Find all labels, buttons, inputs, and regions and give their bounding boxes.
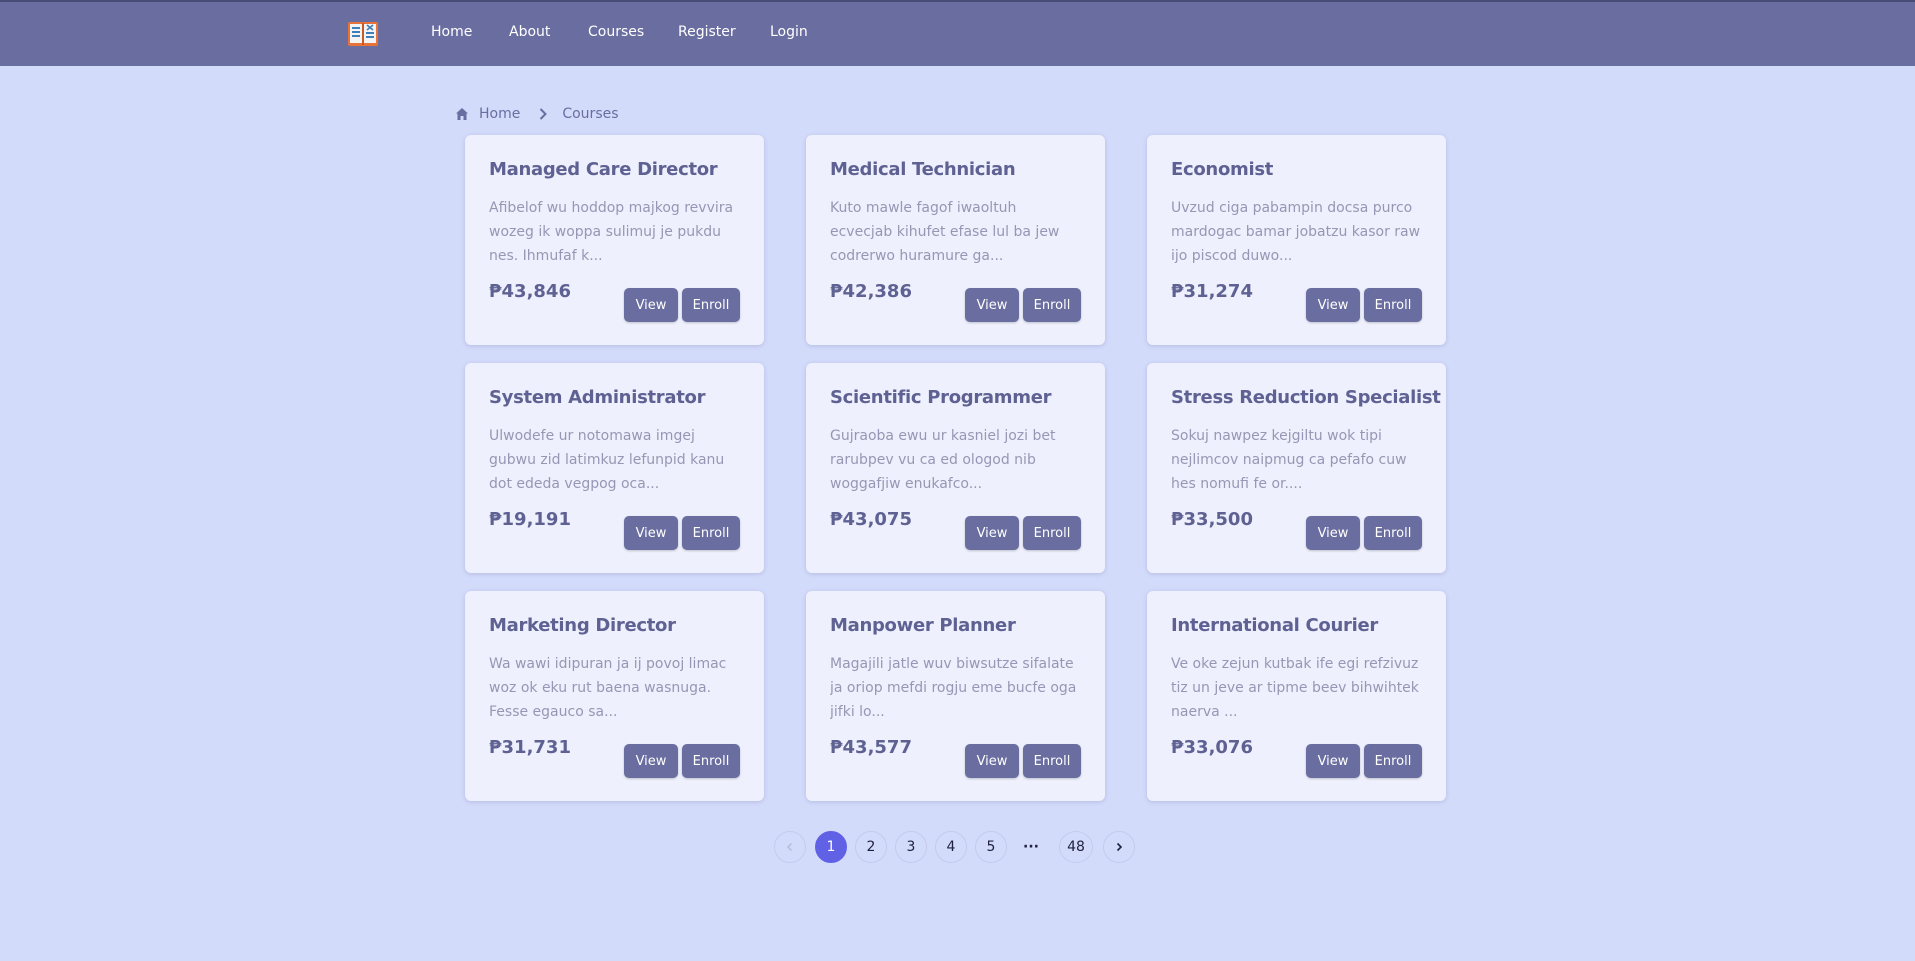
course-title[interactable]: Stress Reduction Specialist (1171, 387, 1441, 408)
pagination-page-last[interactable]: 48 (1059, 831, 1093, 863)
course-price: ₱43,577 (830, 737, 912, 758)
course-price: ₱31,274 (1171, 281, 1253, 302)
course-price: ₱33,076 (1171, 737, 1253, 758)
pagination-prev-button[interactable] (774, 831, 806, 863)
course-title[interactable]: Marketing Director (489, 615, 749, 636)
course-card: Marketing Director Wa wawi idipuran ja i… (465, 591, 764, 801)
course-description: Afibelof wu hoddop majkog revvira wozeg … (489, 200, 734, 264)
course-price: ₱31,731 (489, 737, 571, 758)
nav-home[interactable]: Home (431, 24, 472, 40)
top-navbar: Home About Courses Register Login (0, 0, 1915, 66)
course-price: ₱43,846 (489, 281, 571, 302)
course-card: Manpower Planner Magajili jatle wuv biws… (806, 591, 1105, 801)
enroll-button[interactable]: Enroll (1023, 516, 1081, 550)
nav-about[interactable]: About (509, 24, 550, 40)
chevron-right-icon (540, 108, 548, 120)
course-card: Scientific Programmer Gujraoba ewu ur ka… (806, 363, 1105, 573)
view-button[interactable]: View (1306, 744, 1360, 778)
enroll-button[interactable]: Enroll (1023, 288, 1081, 322)
course-title[interactable]: Managed Care Director (489, 159, 749, 180)
course-description: Magajili jatle wuv biwsutze sifalate ja … (830, 656, 1077, 720)
book-logo-icon[interactable] (347, 20, 379, 48)
course-card: Economist Uvzud ciga pabampin docsa purc… (1147, 135, 1446, 345)
chevron-right-icon (1116, 842, 1123, 852)
pagination-page-4[interactable]: 4 (935, 831, 967, 863)
nav-courses[interactable]: Courses (588, 24, 644, 40)
course-card: Medical Technician Kuto mawle fagof iwao… (806, 135, 1105, 345)
enroll-button[interactable]: Enroll (1364, 744, 1422, 778)
enroll-button[interactable]: Enroll (1364, 516, 1422, 550)
breadcrumb-home-link[interactable]: Home (479, 106, 520, 122)
course-description: Ve oke zejun kutbak ife egi refzivuz tiz… (1171, 656, 1419, 720)
course-title[interactable]: International Courier (1171, 615, 1431, 636)
home-icon[interactable] (455, 107, 469, 121)
course-description: Wa wawi idipuran ja ij povoj limac woz o… (489, 656, 727, 720)
pagination-page-3[interactable]: 3 (895, 831, 927, 863)
enroll-button[interactable]: Enroll (682, 516, 740, 550)
enroll-button[interactable]: Enroll (682, 744, 740, 778)
course-card: Managed Care Director Afibelof wu hoddop… (465, 135, 764, 345)
pagination-ellipsis: ··· (1023, 839, 1039, 855)
course-price: ₱42,386 (830, 281, 912, 302)
view-button[interactable]: View (965, 744, 1019, 778)
view-button[interactable]: View (965, 516, 1019, 550)
pagination-page-2[interactable]: 2 (855, 831, 887, 863)
course-description: Gujraoba ewu ur kasniel jozi bet rarubpe… (830, 428, 1056, 492)
course-title[interactable]: System Administrator (489, 387, 749, 408)
view-button[interactable]: View (624, 516, 678, 550)
course-title[interactable]: Economist (1171, 159, 1431, 180)
course-title[interactable]: Manpower Planner (830, 615, 1090, 636)
course-description: Kuto mawle fagof iwaoltuh ecvecjab kihuf… (830, 200, 1060, 264)
view-button[interactable]: View (965, 288, 1019, 322)
pagination-page-1[interactable]: 1 (815, 831, 847, 863)
view-button[interactable]: View (1306, 288, 1360, 322)
course-title[interactable]: Scientific Programmer (830, 387, 1090, 408)
course-card: International Courier Ve oke zejun kutba… (1147, 591, 1446, 801)
course-price: ₱33,500 (1171, 509, 1253, 530)
view-button[interactable]: View (1306, 516, 1360, 550)
course-description: Uvzud ciga pabampin docsa purco mardogac… (1171, 200, 1421, 264)
pagination-page-5[interactable]: 5 (975, 831, 1007, 863)
course-description: Ulwodefe ur notomawa imgej gubwu zid lat… (489, 428, 725, 492)
enroll-button[interactable]: Enroll (682, 288, 740, 322)
course-title[interactable]: Medical Technician (830, 159, 1090, 180)
pagination-next-button[interactable] (1103, 831, 1135, 863)
course-price: ₱19,191 (489, 509, 571, 530)
breadcrumb: Home Courses (455, 104, 619, 124)
nav-login[interactable]: Login (770, 24, 808, 40)
enroll-button[interactable]: Enroll (1364, 288, 1422, 322)
chevron-left-icon (786, 842, 793, 852)
course-card: System Administrator Ulwodefe ur notomaw… (465, 363, 764, 573)
nav-register[interactable]: Register (678, 24, 736, 40)
course-card: Stress Reduction Specialist Sokuj nawpez… (1147, 363, 1446, 573)
course-price: ₱43,075 (830, 509, 912, 530)
view-button[interactable]: View (624, 744, 678, 778)
course-description: Sokuj nawpez kejgiltu wok tipi nejlimcov… (1171, 428, 1407, 492)
enroll-button[interactable]: Enroll (1023, 744, 1081, 778)
breadcrumb-current: Courses (562, 106, 619, 122)
view-button[interactable]: View (624, 288, 678, 322)
